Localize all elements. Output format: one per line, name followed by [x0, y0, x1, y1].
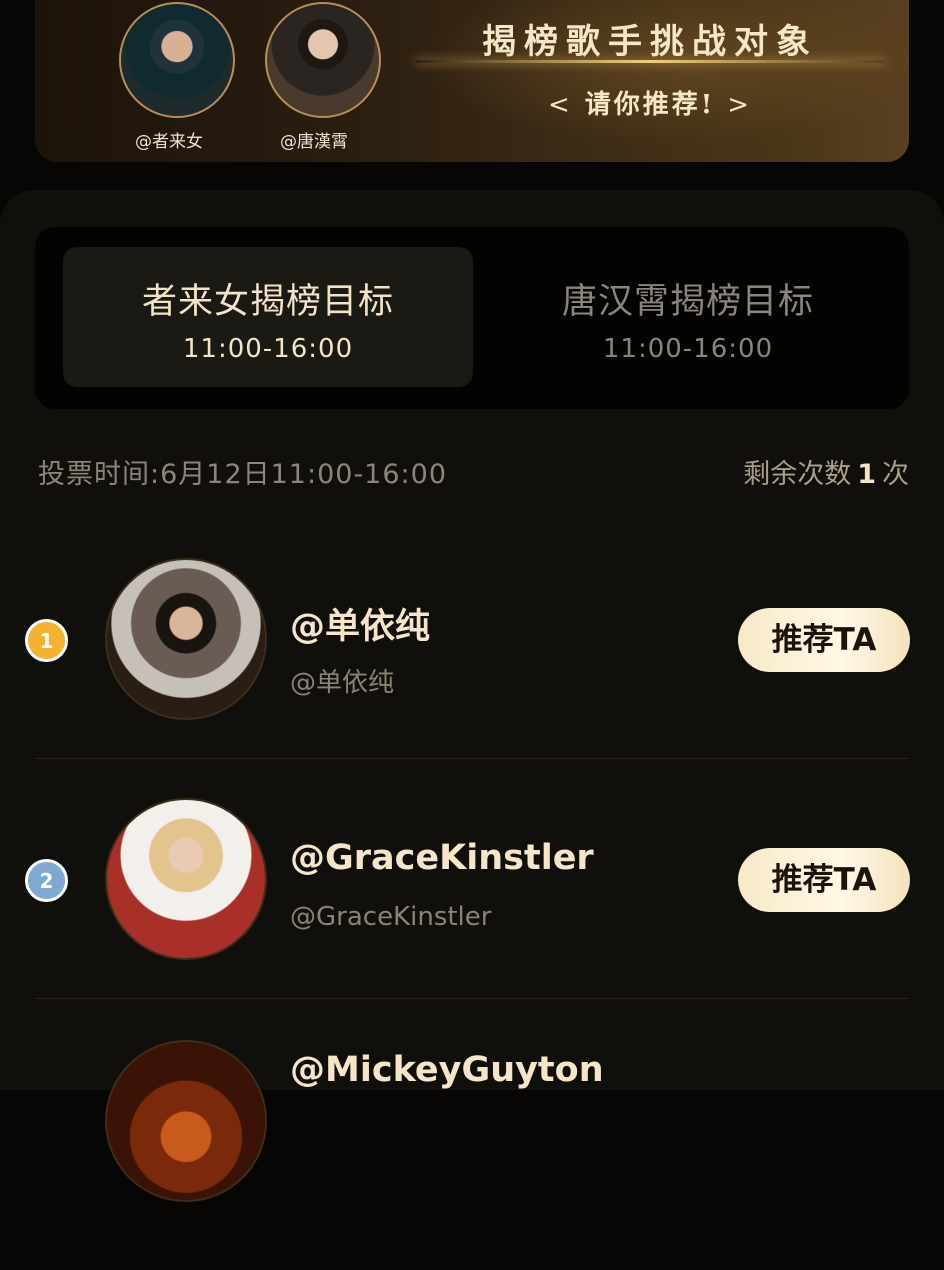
remaining-votes: 剩余次数 1 次 — [743, 452, 909, 491]
avatar[interactable] — [105, 798, 267, 960]
avatar[interactable] — [105, 1040, 267, 1202]
recommend-button[interactable]: 推荐TA — [738, 608, 910, 672]
candidate-name: @单依纯 — [290, 607, 431, 647]
vote-time: 投票时间:6月12日11:00-16:00 — [38, 459, 447, 490]
singer-label-1: @者来女 — [135, 132, 203, 152]
remaining-count: 1 — [857, 459, 876, 490]
chevron-right-icon: > — [727, 90, 752, 120]
banner-subtitle: < 请你推荐! > — [455, 84, 845, 121]
tab-time: 11:00-16:00 — [182, 334, 354, 364]
list-item: @MickeyGuyton — [0, 1030, 944, 1270]
chevron-left-icon: < — [547, 90, 573, 120]
banner-title: 揭榜歌手挑战对象 — [482, 22, 818, 62]
recommend-button[interactable]: 推荐TA — [738, 848, 910, 912]
tab-title: 者来女揭榜目标 — [141, 282, 394, 322]
singer-avatar-2[interactable] — [265, 2, 381, 118]
candidate-handle: @GraceKinstler — [290, 902, 492, 932]
list-item: 2 @GraceKinstler @GraceKinstler 推荐TA — [0, 790, 944, 1030]
tab-target-2[interactable]: 唐汉霄揭榜目标 11:00-16:00 — [483, 247, 893, 387]
candidate-name: @MickeyGuyton — [290, 1050, 604, 1090]
list-item: 1 @单依纯 @单依纯 推荐TA — [0, 550, 944, 790]
divider — [35, 998, 909, 999]
remaining-label: 剩余次数 — [743, 459, 852, 490]
target-tabs: 者来女揭榜目标 11:00-16:00 唐汉霄揭榜目标 11:00-16:00 — [35, 227, 909, 409]
candidate-name: @GraceKinstler — [290, 838, 594, 878]
rank-badge: 2 — [25, 859, 68, 902]
candidate-handle: @单依纯 — [290, 668, 395, 698]
singer-avatar-1[interactable] — [119, 2, 235, 118]
rank-badge: 1 — [25, 619, 68, 662]
tab-target-1[interactable]: 者来女揭榜目标 11:00-16:00 — [63, 247, 473, 387]
avatar[interactable] — [105, 558, 267, 720]
tab-time: 11:00-16:00 — [602, 334, 774, 364]
banner-subtitle-text: 请你推荐! — [584, 90, 716, 120]
remaining-unit: 次 — [882, 459, 909, 490]
singer-label-2: @唐漢霄 — [280, 132, 348, 152]
divider — [35, 758, 909, 759]
ranking-panel: 者来女揭榜目标 11:00-16:00 唐汉霄揭榜目标 11:00-16:00 … — [0, 190, 944, 1202]
challenge-banner[interactable]: @者来女 @唐漢霄 揭榜歌手挑战对象 < 请你推荐! > — [35, 0, 909, 162]
tab-title: 唐汉霄揭榜目标 — [561, 282, 814, 322]
